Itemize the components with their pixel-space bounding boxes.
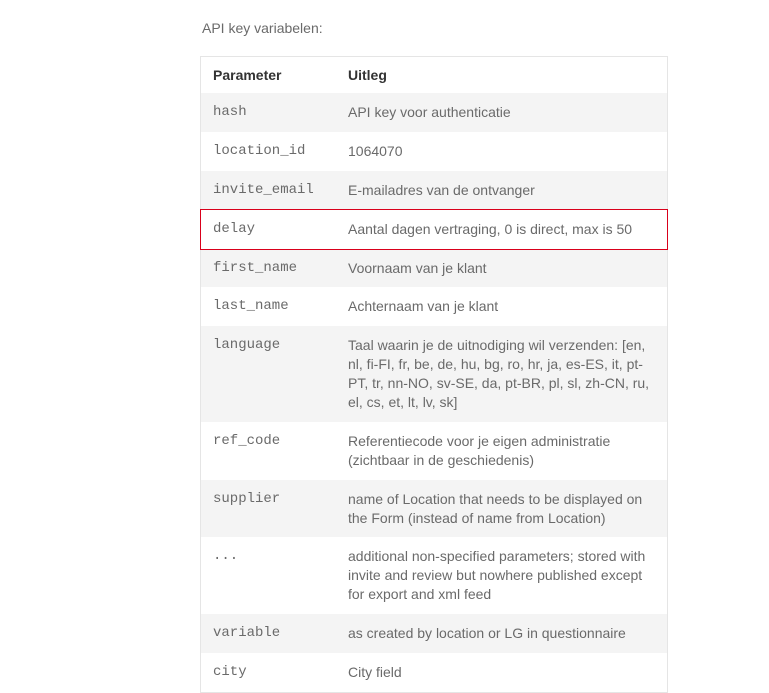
uitleg-cell: name of Location that needs to be displa… [336, 480, 667, 538]
uitleg-cell: Voornaam van je klant [336, 249, 667, 288]
uitleg-cell: Aantal dagen vertraging, 0 is direct, ma… [336, 210, 667, 249]
param-cell: variable [201, 614, 336, 653]
uitleg-cell: Taal waarin je de uitnodiging wil verzen… [336, 326, 667, 422]
uitleg-cell: City field [336, 653, 667, 692]
uitleg-cell: additional non-specified parameters; sto… [336, 537, 667, 614]
header-uitleg: Uitleg [336, 57, 667, 93]
param-cell: language [201, 326, 336, 422]
param-cell: ... [201, 537, 336, 614]
table-row: variableas created by location or LG in … [201, 614, 667, 653]
table-row: delayAantal dagen vertraging, 0 is direc… [201, 210, 667, 249]
table-row: last_nameAchternaam van je klant [201, 287, 667, 326]
intro-text: API key variabelen: [202, 20, 769, 36]
param-cell: hash [201, 93, 336, 132]
table-header-row: Parameter Uitleg [201, 57, 667, 93]
param-cell: delay [201, 210, 336, 249]
uitleg-cell: Referentiecode voor je eigen administrat… [336, 422, 667, 480]
table-row: cityCity field [201, 653, 667, 692]
param-cell: invite_email [201, 171, 336, 210]
param-cell: first_name [201, 249, 336, 288]
table-row: ...additional non-specified parameters; … [201, 537, 667, 614]
table-row: ref_codeReferentiecode voor je eigen adm… [201, 422, 667, 480]
api-params-table: Parameter Uitleg hashAPI key voor authen… [201, 57, 667, 692]
uitleg-cell: Achternaam van je klant [336, 287, 667, 326]
header-parameter: Parameter [201, 57, 336, 93]
param-cell: city [201, 653, 336, 692]
param-cell: ref_code [201, 422, 336, 480]
uitleg-cell: E-mailadres van de ontvanger [336, 171, 667, 210]
table-row: suppliername of Location that needs to b… [201, 480, 667, 538]
table-row: location_id1064070 [201, 132, 667, 171]
api-params-table-wrap: Parameter Uitleg hashAPI key voor authen… [200, 56, 668, 693]
uitleg-cell: as created by location or LG in question… [336, 614, 667, 653]
param-cell: supplier [201, 480, 336, 538]
table-row: first_nameVoornaam van je klant [201, 249, 667, 288]
table-row: languageTaal waarin je de uitnodiging wi… [201, 326, 667, 422]
param-cell: location_id [201, 132, 336, 171]
table-row: invite_emailE-mailadres van de ontvanger [201, 171, 667, 210]
param-cell: last_name [201, 287, 336, 326]
table-row: hashAPI key voor authenticatie [201, 93, 667, 132]
uitleg-cell: API key voor authenticatie [336, 93, 667, 132]
uitleg-cell: 1064070 [336, 132, 667, 171]
